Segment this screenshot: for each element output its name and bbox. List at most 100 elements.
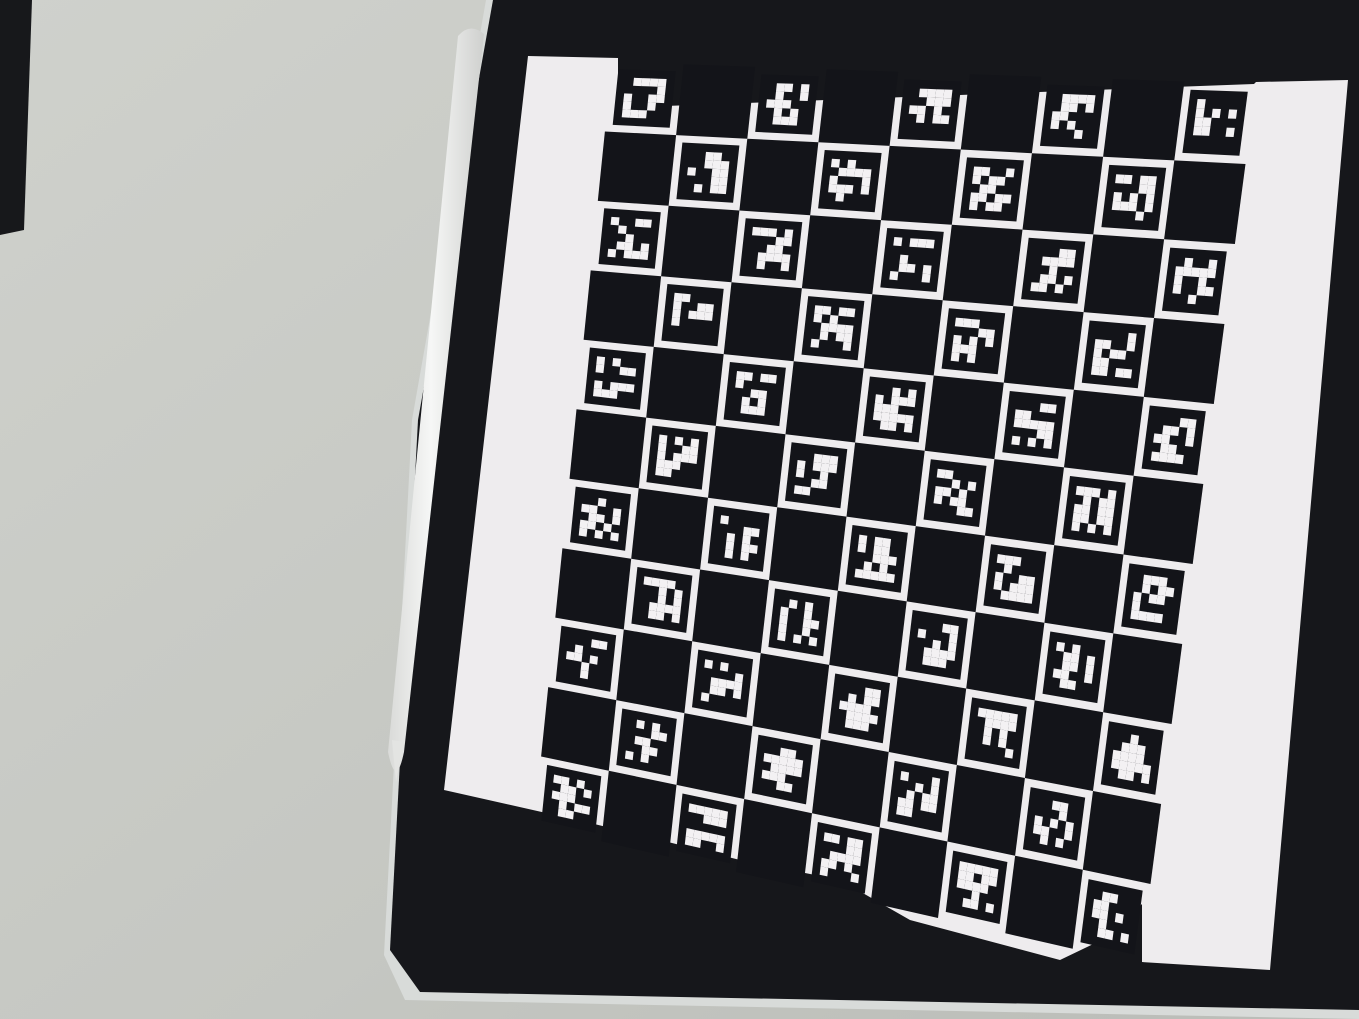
aruco-marker-cell xyxy=(813,313,823,323)
aruco-marker-cell xyxy=(741,396,751,406)
aruco-marker-cell xyxy=(1170,426,1180,436)
aruco-marker-cell xyxy=(589,655,598,665)
aruco-marker-cell xyxy=(1040,825,1050,837)
aruco-marker-cell xyxy=(862,704,872,715)
aruco-marker-cell xyxy=(1097,927,1106,939)
aruco-marker-cell xyxy=(923,647,933,657)
board-square-dark xyxy=(785,361,864,443)
aruco-marker-cell xyxy=(899,254,909,264)
aruco-marker-cell xyxy=(858,534,868,545)
aruco-marker-cell xyxy=(576,779,585,790)
board-square-dark xyxy=(818,69,899,146)
aruco-marker-cell xyxy=(583,789,592,799)
aruco-marker-cell xyxy=(718,177,728,186)
aruco-marker-cell xyxy=(638,110,647,119)
aruco-marker-cell xyxy=(985,902,995,914)
aruco-marker-cell xyxy=(837,852,846,863)
aruco-marker-cell xyxy=(603,523,612,533)
aruco-marker-cell xyxy=(1058,248,1068,259)
aruco-marker-cell xyxy=(933,106,943,116)
aruco-marker-cell xyxy=(874,536,884,547)
aruco-marker-cell xyxy=(579,519,589,529)
aruco-marker-cell xyxy=(558,800,567,810)
aruco-marker-cell xyxy=(1145,193,1155,204)
aruco-marker-cell xyxy=(775,91,785,100)
aruco-marker-cell xyxy=(980,874,990,886)
aruco-marker-cell xyxy=(948,633,958,644)
aruco-marker-cell xyxy=(969,192,980,202)
aruco-marker-cell xyxy=(659,578,668,589)
aruco-marker-cell xyxy=(978,192,988,203)
aruco-marker-cell xyxy=(671,460,681,471)
aruco-marker-cell xyxy=(1075,485,1085,496)
aruco-marker-cell xyxy=(1190,267,1201,278)
aruco-marker-cell xyxy=(734,673,744,683)
aruco-marker-cell xyxy=(1097,506,1107,517)
aruco-marker-cell xyxy=(777,631,786,642)
aruco-marker-cell xyxy=(1185,436,1195,447)
aruco-marker-cell xyxy=(656,450,666,460)
aruco-marker-cell xyxy=(720,161,730,170)
aruco-marker-cell xyxy=(696,311,705,321)
aruco-marker-cell xyxy=(674,589,683,599)
aruco-marker-cell xyxy=(621,109,631,118)
aruco-marker-cell xyxy=(647,102,656,111)
aruco-marker-cell xyxy=(888,413,898,423)
aruco-marker-cell xyxy=(993,580,1003,591)
aruco-marker-cell xyxy=(696,805,705,815)
aruco-marker-cell xyxy=(800,84,810,93)
aruco-marker-cell xyxy=(700,692,710,702)
aruco-marker-cell xyxy=(573,803,583,814)
aruco-marker-cell xyxy=(672,452,682,462)
aruco-marker-cell xyxy=(1069,94,1080,104)
aruco-marker-cell xyxy=(933,494,943,505)
aruco-marker-cell xyxy=(718,818,728,829)
aruco-marker-cell xyxy=(703,806,713,817)
aruco-marker-cell xyxy=(917,628,927,639)
aruco-marker-cell xyxy=(845,845,855,856)
board-square-dark xyxy=(708,425,786,508)
aruco-marker-cell xyxy=(681,445,691,455)
aruco-marker-cell xyxy=(719,662,729,672)
aruco-marker-cell xyxy=(688,310,697,320)
aruco-marker-cell xyxy=(871,697,881,708)
aruco-marker-cell xyxy=(1055,837,1064,849)
aruco-marker-cell xyxy=(1130,734,1140,745)
aruco-marker-cell xyxy=(608,390,618,399)
aruco-marker-cell xyxy=(1071,521,1081,532)
aruco-marker-cell xyxy=(648,601,658,612)
aruco-marker-cell xyxy=(821,454,831,464)
aruco-marker-cell xyxy=(984,337,994,348)
aruco-marker-cell xyxy=(776,781,785,792)
aruco-marker-cell xyxy=(1126,341,1136,352)
aruco-marker-cell xyxy=(589,504,598,514)
aruco-marker-cell xyxy=(640,753,650,764)
aruco-marker-cell xyxy=(843,862,853,873)
aruco-marker-cell xyxy=(1022,410,1032,420)
aruco-marker-cell xyxy=(842,341,852,351)
aruco-marker-cell xyxy=(1073,503,1083,514)
aruco-marker-cell xyxy=(956,878,966,889)
aruco-marker-cell xyxy=(988,176,998,186)
aruco-marker-cell xyxy=(597,497,607,507)
aruco-marker-cell xyxy=(1227,109,1238,119)
aruco-marker-cell xyxy=(673,292,683,302)
board-square-dark xyxy=(881,145,961,225)
aruco-marker-cell xyxy=(873,402,883,413)
aruco-marker-cell xyxy=(763,752,773,763)
aruco-marker-cell xyxy=(1109,349,1119,359)
aruco-marker-cell xyxy=(787,749,797,759)
aruco-marker-cell xyxy=(878,572,887,582)
aruco-marker-cell xyxy=(1004,555,1014,566)
aruco-marker-cell xyxy=(655,466,664,477)
aruco-marker-cell xyxy=(775,237,785,246)
aruco-marker-cell xyxy=(627,367,637,377)
board-square-dark xyxy=(1083,234,1165,318)
aruco-marker-cell xyxy=(993,710,1003,721)
aruco-marker-cell xyxy=(813,453,823,463)
aruco-marker-cell xyxy=(704,659,713,669)
aruco-marker-cell xyxy=(820,463,830,473)
aruco-marker-cell xyxy=(854,168,864,178)
aruco-marker-cell xyxy=(1159,443,1170,454)
aruco-marker-cell xyxy=(993,202,1003,212)
